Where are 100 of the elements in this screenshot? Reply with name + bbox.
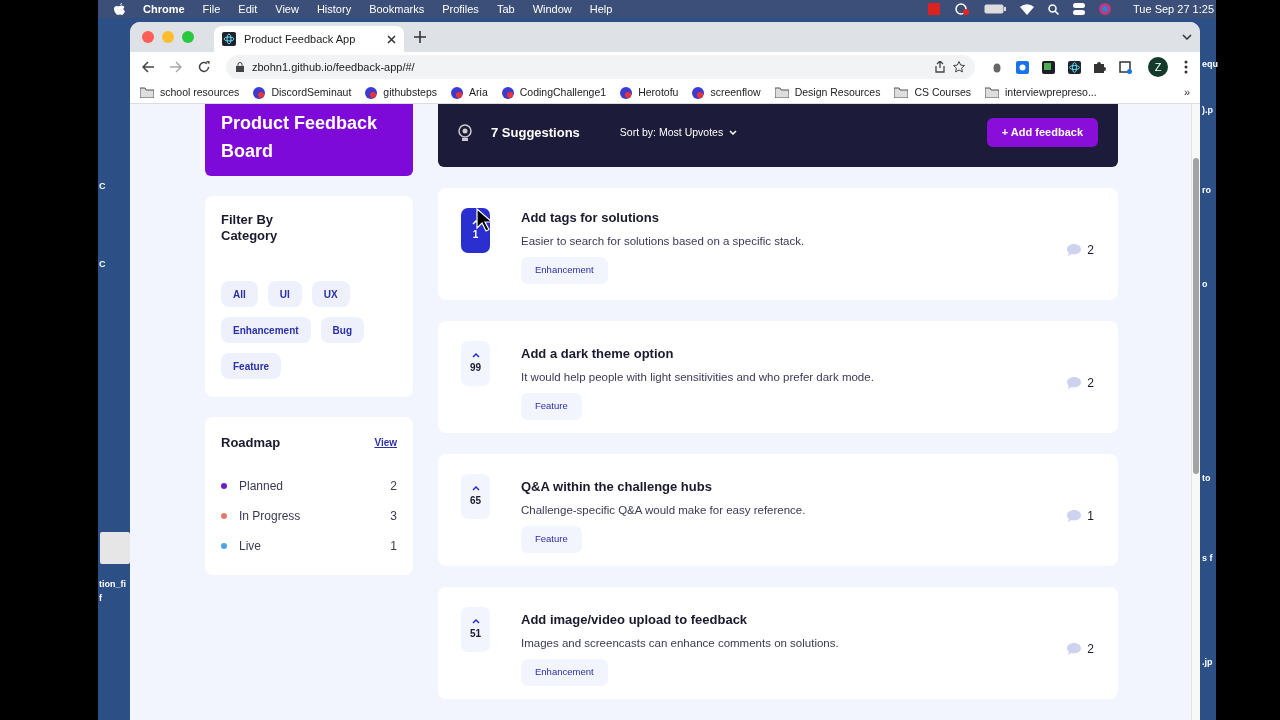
status-count: 3 [390, 507, 397, 525]
menu-item[interactable]: Tab [496, 0, 515, 18]
suggestion-description: Easier to search for solutions based on a specific stack. [521, 233, 806, 249]
bookmark[interactable]: Design Resources [774, 84, 881, 101]
new-tab-icon[interactable] [414, 31, 426, 43]
bookmark[interactable]: Herotofu [620, 84, 679, 101]
reload-icon[interactable] [198, 61, 210, 73]
status-count: 2 [390, 477, 397, 495]
upvote-button[interactable]: 65 [461, 474, 490, 519]
menu-item[interactable]: Window [532, 0, 572, 18]
menu-item[interactable]: History [316, 0, 352, 18]
file-label: ro [1202, 184, 1211, 197]
chevron-down-icon[interactable] [1182, 34, 1192, 40]
filter-title: Filter By Category [221, 212, 279, 244]
puzzle-icon[interactable] [1094, 61, 1106, 73]
app-menu[interactable]: Chrome [143, 0, 185, 18]
add-feedback-button[interactable]: + Add feedback [986, 118, 1098, 147]
suggestion-description: It would help people with light sensitivities and who prefer dark mode. [521, 369, 875, 385]
board-title: Product Feedback Board [221, 112, 379, 163]
cursor-icon [476, 208, 492, 232]
menu-item[interactable]: Edit [238, 0, 258, 18]
chevron-up-icon [471, 352, 480, 358]
comment-count: 2 [1087, 641, 1094, 658]
folder-icon [774, 87, 789, 98]
folder-icon [140, 87, 154, 98]
globe-icon [451, 86, 464, 99]
toggles-icon[interactable] [1073, 3, 1086, 15]
folder-icon [894, 87, 909, 98]
menu-item[interactable]: Profiles [442, 0, 479, 18]
apple-icon[interactable] [114, 2, 125, 16]
menu-item[interactable]: View [275, 0, 299, 18]
suggestion-title: Add tags for solutions [521, 209, 660, 227]
share-icon[interactable] [935, 61, 945, 73]
file-label: to [1202, 472, 1211, 485]
search-icon[interactable] [1048, 3, 1060, 15]
more-bookmarks-icon[interactable]: » [1183, 84, 1190, 101]
file-thumbnail-icon[interactable] [100, 532, 130, 564]
bookmark[interactable]: CodingChallenge1 [501, 84, 607, 101]
wifi-icon[interactable] [1020, 3, 1035, 15]
globe-icon [501, 86, 514, 99]
star-icon[interactable] [953, 61, 965, 73]
comment-icon [1067, 244, 1082, 256]
bookmark[interactable]: DiscordSeminaut [253, 84, 352, 101]
folder-icon [985, 87, 1000, 98]
close-icon[interactable] [387, 34, 396, 44]
chevron-up-icon [471, 618, 480, 624]
lock-icon [236, 62, 244, 72]
category-tag[interactable]: Feature [521, 392, 582, 420]
globe-icon [253, 86, 266, 99]
file-label: ).p [1202, 104, 1213, 117]
menu-item[interactable]: Bookmarks [369, 0, 425, 18]
category-tag[interactable]: UI [267, 281, 302, 307]
category-tag[interactable]: Enhancement [221, 317, 311, 343]
upvote-button[interactable]: 99 [461, 341, 490, 386]
upvote-button[interactable]: 51 [461, 607, 490, 652]
category-tag[interactable]: All [221, 281, 258, 307]
category-tag[interactable]: Enhancement [521, 256, 608, 284]
category-tag[interactable]: Feature [221, 353, 282, 379]
bookmark[interactable]: interviewprepreso... [985, 84, 1097, 101]
battery-icon[interactable] [984, 4, 1007, 14]
url-text: zbohn1.github.io/feedback-app/#/ [252, 59, 416, 75]
category-tag[interactable]: Enhancement [521, 658, 608, 686]
category-tag[interactable]: Bug [320, 317, 365, 343]
reading-list-icon[interactable] [1119, 60, 1132, 74]
bookmark[interactable]: screenflow [692, 84, 761, 101]
file-label: f [99, 592, 102, 605]
suggestion-description: Challenge-specific Q&A would make for easy reference. [521, 502, 807, 518]
profile-avatar[interactable]: Z [1148, 57, 1168, 77]
comment-icon [1067, 377, 1082, 389]
menu-item[interactable]: File [202, 0, 221, 18]
chevron-up-icon [471, 485, 480, 491]
address-bar[interactable]: zbohn1.github.io/feedback-app/#/ [226, 55, 975, 79]
bookmark[interactable]: githubsteps [365, 84, 438, 101]
roadmap-title: Roadmap [221, 434, 281, 452]
menu-item[interactable]: Help [589, 0, 613, 18]
status-label: In Progress [239, 507, 302, 525]
scrollbar-thumb[interactable] [1193, 158, 1199, 474]
bulb-icon [458, 123, 472, 142]
suggestions-count: 7 Suggestions [491, 123, 580, 142]
bookmark[interactable]: Aria [451, 84, 488, 101]
view-link[interactable]: View [374, 435, 397, 451]
globe-icon [365, 86, 378, 99]
category-tag[interactable]: UX [311, 281, 350, 307]
sort-dropdown[interactable]: Sort by: Most Upvotes [619, 124, 738, 141]
atom-icon[interactable] [1068, 60, 1081, 74]
chevron-down-icon [729, 130, 738, 135]
file-label: C [99, 258, 106, 271]
bookmark[interactable]: school resources [140, 84, 240, 101]
file-label: o [1202, 278, 1208, 291]
atom-icon [222, 32, 236, 46]
bookmark[interactable]: CS Courses [894, 84, 972, 101]
comment-icon [1067, 643, 1082, 655]
extension-icon[interactable] [1042, 60, 1055, 74]
browser-tab[interactable]: Product Feedback App [214, 26, 404, 52]
globe-icon [620, 86, 633, 99]
suggestion-title: Q&A within the challenge hubs [521, 478, 713, 496]
back-icon[interactable] [142, 61, 154, 73]
category-tag[interactable]: Feature [521, 525, 582, 553]
more-icon[interactable] [1184, 60, 1188, 74]
status-label: Planned [239, 477, 285, 495]
